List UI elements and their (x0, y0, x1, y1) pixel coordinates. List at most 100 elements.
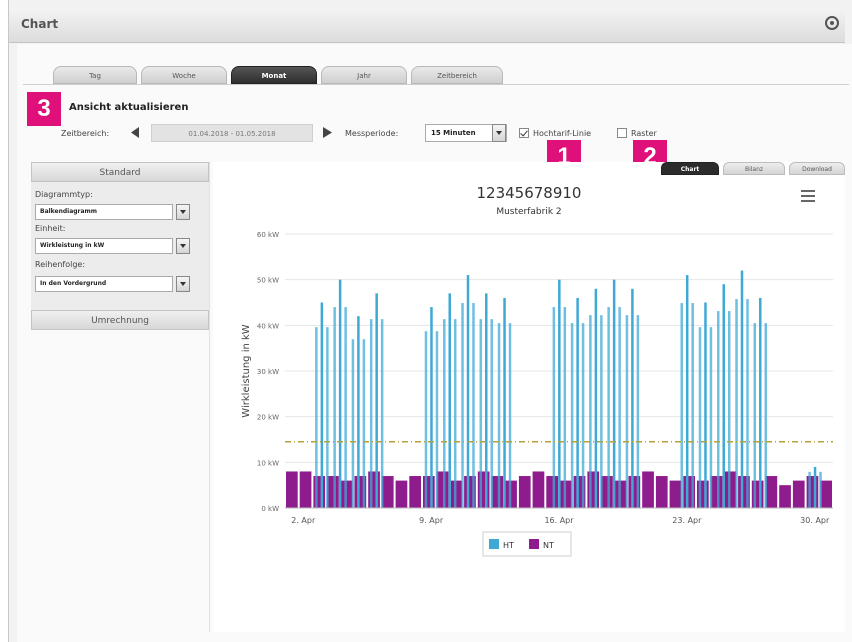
ht-bar (344, 307, 347, 508)
ht-bar (680, 303, 683, 508)
zeitbereich-label: Zeitbereich: (61, 129, 110, 138)
diagrammtyp-value: Balkendiagramm (40, 208, 98, 215)
messperiode-select[interactable]: 15 Minuten (425, 124, 507, 142)
ht-bar (430, 307, 433, 508)
close-icon[interactable] (825, 16, 839, 30)
ht-bar (472, 303, 475, 508)
tab-monat[interactable]: Monat (231, 66, 317, 84)
ht-bar (503, 297, 506, 508)
ht-bar (466, 275, 470, 508)
hochtarif-label: Hochtarif-Linie (533, 129, 592, 138)
ht-bar (443, 319, 446, 508)
badge-3: 3 (27, 92, 61, 126)
chevron-down-icon[interactable] (176, 238, 190, 254)
diagrammtyp-select[interactable]: Balkendiagramm (35, 204, 190, 220)
ht-bar (479, 319, 483, 508)
ht-bar (357, 316, 360, 508)
ht-bar (461, 303, 464, 508)
y-tick-label: 50 kW (257, 277, 279, 285)
ht-bar (315, 327, 318, 508)
legend-label-ht: HT (503, 541, 514, 550)
ht-bar (369, 319, 373, 508)
y-tick-label: 20 kW (257, 414, 279, 422)
ht-bar (375, 293, 378, 508)
nt-bar (395, 480, 408, 508)
sidebar-header[interactable]: Standard (31, 162, 209, 182)
ht-bar (563, 307, 567, 508)
reihenfolge-select[interactable]: In den Vordergrund (35, 276, 190, 292)
ht-bar (625, 315, 629, 508)
einheit-select[interactable]: Wirkleistung in kW (35, 238, 190, 254)
prev-period-icon[interactable] (131, 127, 140, 138)
energy-chart: 12345678910 Musterfabrik 2 0 kW 10 kW 20 kW 3… (241, 184, 833, 557)
ht-bar (380, 319, 384, 508)
raster-checkbox[interactable] (617, 128, 627, 138)
window-titlebar: Chart (9, 8, 845, 43)
ht-bar (704, 302, 707, 508)
ht-bar (600, 315, 603, 508)
sidebar: Standard Diagrammtyp: Balkendiagramm Ein… (31, 162, 210, 632)
nt-bar (792, 480, 805, 508)
x-tick-label: 16. Apr (544, 516, 574, 525)
ht-bar (759, 297, 762, 508)
ht-bar (490, 319, 493, 508)
x-tick-label: 2. Apr (291, 516, 316, 525)
ht-bar (764, 323, 767, 508)
ht-bar (753, 323, 757, 508)
y-tick-label: 10 kW (257, 459, 279, 467)
ht-bar (581, 323, 585, 508)
ht-bar (589, 315, 592, 508)
ht-bar (338, 279, 342, 508)
umrechnung-header[interactable]: Umrechnung (31, 310, 209, 330)
messperiode-value: 15 Minuten (431, 129, 476, 137)
raster-label: Raster (631, 129, 657, 138)
tab-divider (23, 84, 849, 85)
zeitbereich-field[interactable]: 01.04.2018 - 01.05.2018 (151, 124, 313, 142)
ht-bar (636, 315, 640, 508)
tab-jahr[interactable]: Jahr (321, 66, 407, 84)
legend-swatch-ht (489, 539, 499, 549)
ht-bar (691, 303, 694, 508)
legend-swatch-nt (529, 539, 539, 549)
y-tick-label: 40 kW (257, 322, 279, 330)
reihenfolge-value: In den Vordergrund (40, 280, 107, 287)
ht-bar (727, 311, 731, 508)
nt-bar (491, 476, 504, 508)
ht-bar (698, 327, 702, 508)
sidebar-body: Diagrammtyp: Balkendiagramm Einheit: Wir… (31, 182, 209, 310)
reihenfolge-label: Reihenfolge: (35, 260, 86, 269)
refresh-link[interactable]: Ansicht aktualisieren (69, 102, 188, 113)
ht-bar (326, 327, 329, 508)
tab-zeitbereich[interactable]: Zeitbereich (411, 66, 503, 84)
window-title: Chart (21, 17, 59, 31)
tab-woche[interactable]: Woche (141, 66, 227, 84)
nt-bar (518, 476, 531, 508)
ht-bar (722, 284, 725, 508)
chevron-down-icon[interactable] (492, 124, 506, 142)
ht-bar (740, 270, 744, 508)
nt-bar (299, 471, 312, 508)
einheit-value: Wirkleistung in kW (40, 242, 105, 249)
ht-bar (685, 275, 689, 508)
ht-bar (735, 299, 738, 508)
ht-bar (631, 288, 634, 508)
legend-label-nt: NT (543, 541, 554, 550)
ht-bar (819, 471, 822, 508)
ht-bar (552, 307, 556, 508)
ht-bar (448, 293, 451, 508)
next-period-icon[interactable] (323, 127, 332, 138)
nt-bar (381, 476, 394, 508)
ht-bar (333, 307, 336, 508)
tab-tag[interactable]: Tag (53, 66, 137, 84)
ht-bar (362, 339, 366, 508)
ht-bar (808, 471, 811, 508)
hochtarif-checkbox[interactable] (519, 128, 529, 138)
ht-bar (570, 323, 574, 508)
x-tick-label: 9. Apr (419, 516, 444, 525)
chevron-down-icon[interactable] (176, 204, 190, 220)
ht-bar (485, 293, 488, 508)
ht-bar (594, 288, 598, 508)
chevron-down-icon[interactable] (176, 276, 190, 292)
nt-bar (532, 471, 545, 508)
nt-bar (765, 476, 778, 508)
